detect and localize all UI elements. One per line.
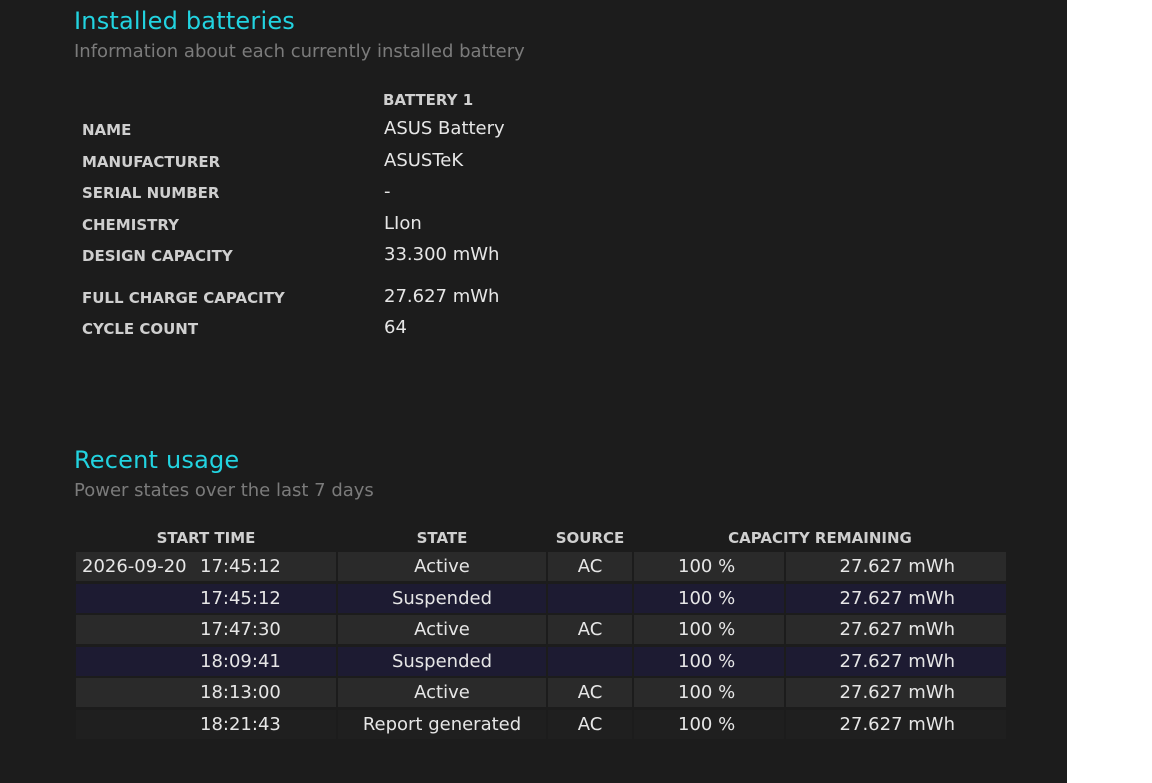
- start-time-cell: 17:47:30: [76, 615, 336, 644]
- time-text: 18:13:00: [200, 682, 281, 703]
- time-text: 18:09:41: [200, 651, 281, 672]
- capacity-cell: 27.627 mWh: [786, 584, 1006, 613]
- time-text: 17:47:30: [200, 619, 281, 640]
- battery-row-design-capacity: DESIGN CAPACITY 33.300 mWh: [82, 244, 682, 268]
- column-header-state: STATE: [416, 529, 468, 547]
- battery-label: FULL CHARGE CAPACITY: [82, 289, 285, 307]
- date-text: 2026-09-20: [82, 556, 187, 577]
- battery-label: CHEMISTRY: [82, 216, 179, 234]
- battery-label: CYCLE COUNT: [82, 320, 199, 338]
- installed-batteries-title: Installed batteries: [74, 7, 296, 35]
- percent-cell: 100 %: [634, 678, 784, 707]
- capacity-cell: 27.627 mWh: [786, 552, 1006, 581]
- battery-row-serial: SERIAL NUMBER -: [82, 181, 682, 205]
- column-header-source: SOURCE: [555, 529, 625, 547]
- column-header-start-time: START TIME: [156, 529, 256, 547]
- state-cell: Active: [338, 615, 546, 644]
- state-cell: Active: [338, 552, 546, 581]
- percent-cell: 100 %: [634, 647, 784, 676]
- percent-text: 100 %: [678, 682, 736, 703]
- battery-row-full-charge-capacity: FULL CHARGE CAPACITY 27.627 mWh: [82, 286, 682, 310]
- percent-text: 100 %: [678, 588, 736, 609]
- source-cell: [548, 647, 632, 676]
- percent-cell: 100 %: [634, 584, 784, 613]
- start-time-cell: 18:21:43: [76, 710, 336, 739]
- source-cell: AC: [548, 678, 632, 707]
- state-cell: Suspended: [338, 647, 546, 676]
- installed-batteries-subtitle: Information about each currently install…: [74, 41, 525, 62]
- capacity-cell: 27.627 mWh: [786, 647, 1006, 676]
- start-time-cell: 18:13:00: [76, 678, 336, 707]
- start-time-cell: 17:45:12: [76, 584, 336, 613]
- start-time-cell: 18:09:41: [76, 647, 336, 676]
- state-cell: Suspended: [338, 584, 546, 613]
- source-cell: AC: [548, 615, 632, 644]
- battery-value: 33.300 mWh: [384, 244, 500, 265]
- battery-value: LIon: [384, 213, 422, 234]
- percent-text: 100 %: [678, 556, 736, 577]
- time-text: 17:45:12: [200, 556, 281, 577]
- battery-label: DESIGN CAPACITY: [82, 247, 233, 265]
- battery-row-chemistry: CHEMISTRY LIon: [82, 213, 682, 237]
- recent-usage-subtitle: Power states over the last 7 days: [74, 480, 374, 501]
- recent-usage-title: Recent usage: [74, 446, 240, 474]
- battery-value: 64: [384, 317, 407, 338]
- battery-value: ASUSTeK: [384, 150, 464, 171]
- battery-label: MANUFACTURER: [82, 153, 221, 171]
- battery-row-manufacturer: MANUFACTURER ASUSTeK: [82, 150, 682, 174]
- capacity-cell: 27.627 mWh: [786, 710, 1006, 739]
- capacity-cell: 27.627 mWh: [786, 678, 1006, 707]
- state-cell: Active: [338, 678, 546, 707]
- battery-value: 27.627 mWh: [384, 286, 500, 307]
- state-cell: Report generated: [338, 710, 546, 739]
- percent-text: 100 %: [678, 714, 736, 735]
- time-text: 17:45:12: [200, 588, 281, 609]
- battery-report: Installed batteries Information about ea…: [0, 0, 1067, 783]
- percent-text: 100 %: [678, 619, 736, 640]
- column-header-capacity-remaining: CAPACITY REMAINING: [728, 529, 912, 547]
- start-time-cell: 2026-09-20 17:45:12: [76, 552, 336, 581]
- battery-row-cycle-count: CYCLE COUNT 64: [82, 317, 682, 341]
- percent-text: 100 %: [678, 651, 736, 672]
- source-cell: AC: [548, 552, 632, 581]
- percent-cell: 100 %: [634, 710, 784, 739]
- percent-cell: 100 %: [634, 615, 784, 644]
- battery-value: -: [384, 181, 391, 202]
- battery-value: ASUS Battery: [384, 118, 505, 139]
- battery-row-name: NAME ASUS Battery: [82, 118, 682, 142]
- capacity-cell: 27.627 mWh: [786, 615, 1006, 644]
- time-text: 18:21:43: [200, 714, 281, 735]
- source-cell: AC: [548, 710, 632, 739]
- percent-cell: 100 %: [634, 552, 784, 581]
- battery-label: NAME: [82, 121, 132, 139]
- battery-column-header: BATTERY 1: [383, 91, 474, 109]
- source-cell: [548, 584, 632, 613]
- battery-label: SERIAL NUMBER: [82, 184, 220, 202]
